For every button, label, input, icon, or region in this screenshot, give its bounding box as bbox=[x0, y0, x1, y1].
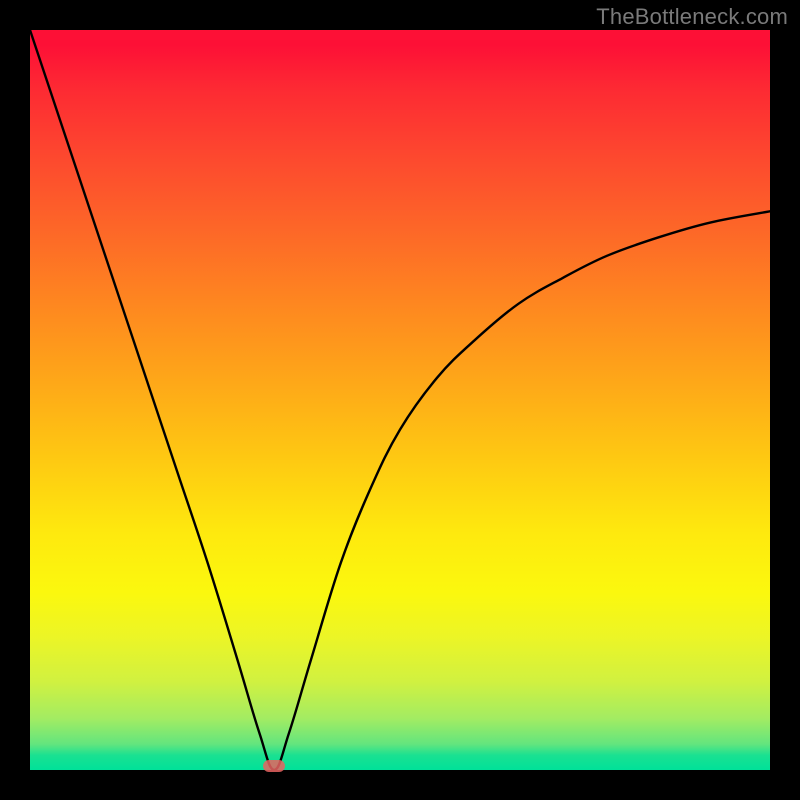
chart-frame: TheBottleneck.com bbox=[0, 0, 800, 800]
minimum-marker bbox=[263, 760, 285, 772]
plot-area bbox=[30, 30, 770, 770]
bottleneck-curve bbox=[30, 30, 770, 770]
watermark-text: TheBottleneck.com bbox=[596, 4, 788, 30]
curve-svg bbox=[30, 30, 770, 770]
